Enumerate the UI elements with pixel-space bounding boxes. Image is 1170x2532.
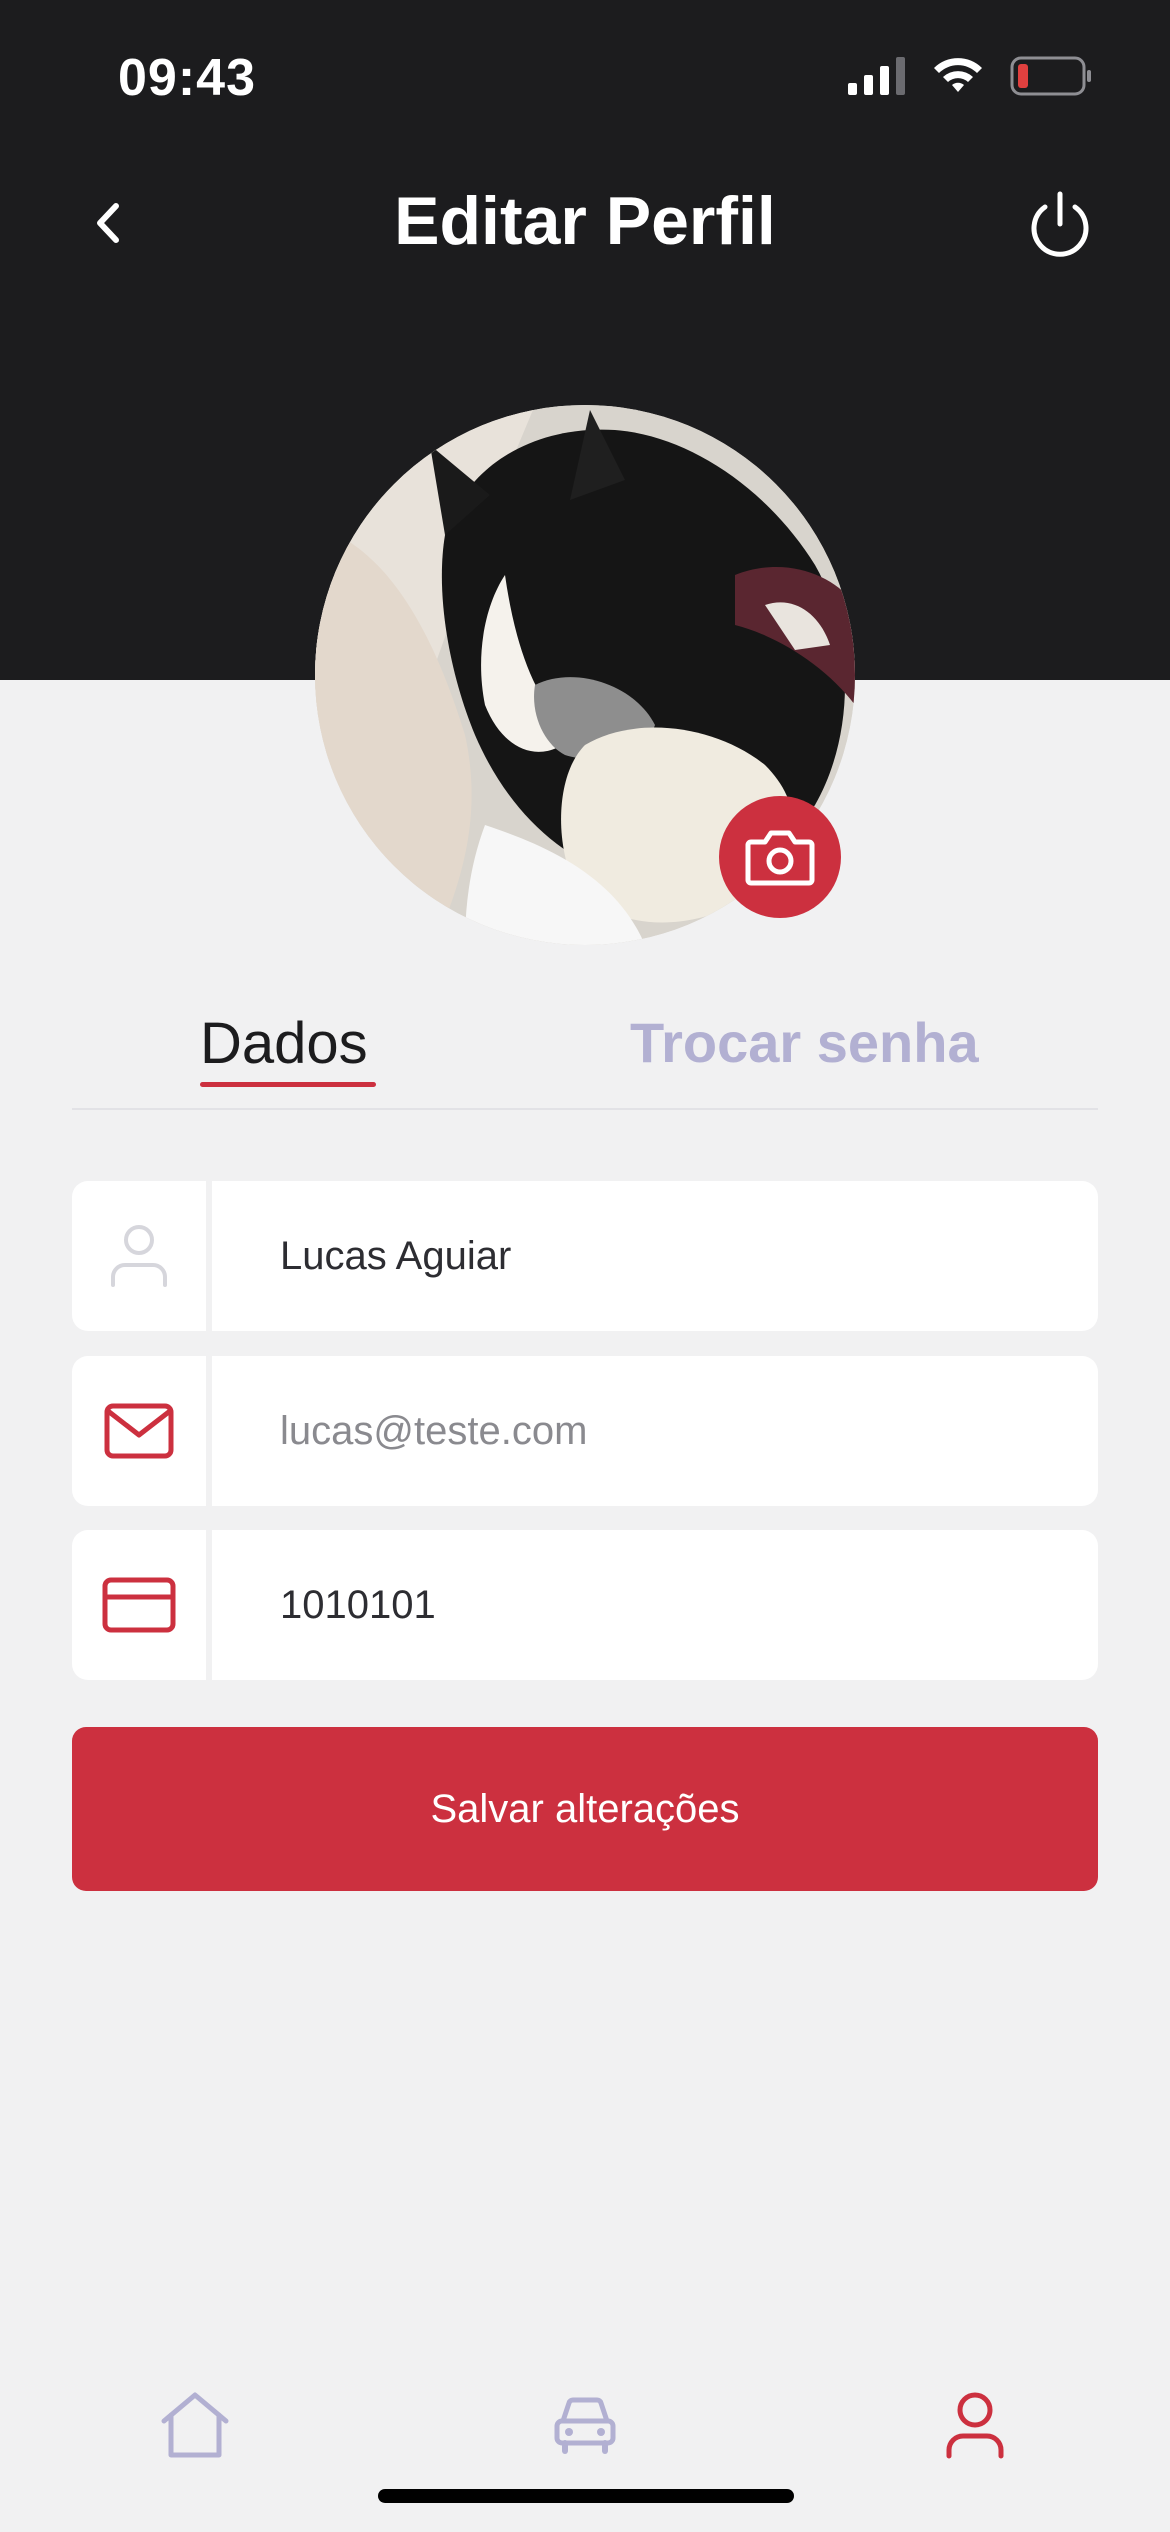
status-time: 09:43 [118,49,256,107]
status-icons [848,56,1092,96]
logout-button[interactable] [1020,185,1100,265]
email-field-icon-cell [72,1356,212,1506]
name-field [72,1181,1098,1331]
nav-home[interactable] [135,2370,255,2480]
email-input[interactable] [212,1408,1092,1454]
tab-trocar-senha[interactable]: Trocar senha [630,1010,979,1075]
nav-profile[interactable] [915,2370,1035,2480]
save-button[interactable]: Salvar alterações [72,1727,1098,1891]
home-indicator [378,2489,794,2503]
profile-tabs: Dados Trocar senha [72,1010,1098,1110]
nav-vehicles[interactable] [525,2370,645,2480]
change-photo-button[interactable] [719,796,841,918]
id-input[interactable] [212,1582,1092,1628]
id-field-icon-cell [72,1530,212,1680]
name-input[interactable] [212,1233,1092,1279]
page-title: Editar Perfil [394,183,776,259]
user-icon [111,1225,167,1287]
profile-icon [946,2392,1004,2459]
home-icon [161,2392,229,2458]
wifi-icon [934,58,982,92]
battery-icon [1010,56,1091,96]
credit-card-icon [102,1577,176,1633]
mail-icon [104,1403,174,1459]
car-icon [554,2397,616,2454]
email-field [72,1356,1098,1506]
power-icon [1031,191,1089,257]
camera-icon [745,830,815,886]
active-tab-indicator [200,1082,376,1087]
edit-profile-screen: 09:43 Editar Perfil Dados Trocar senha L… [0,0,1170,2532]
name-field-icon-cell [72,1181,212,1331]
cellular-signal-icon [848,57,905,95]
tab-dados[interactable]: Dados [200,1010,368,1077]
id-field [72,1530,1098,1680]
